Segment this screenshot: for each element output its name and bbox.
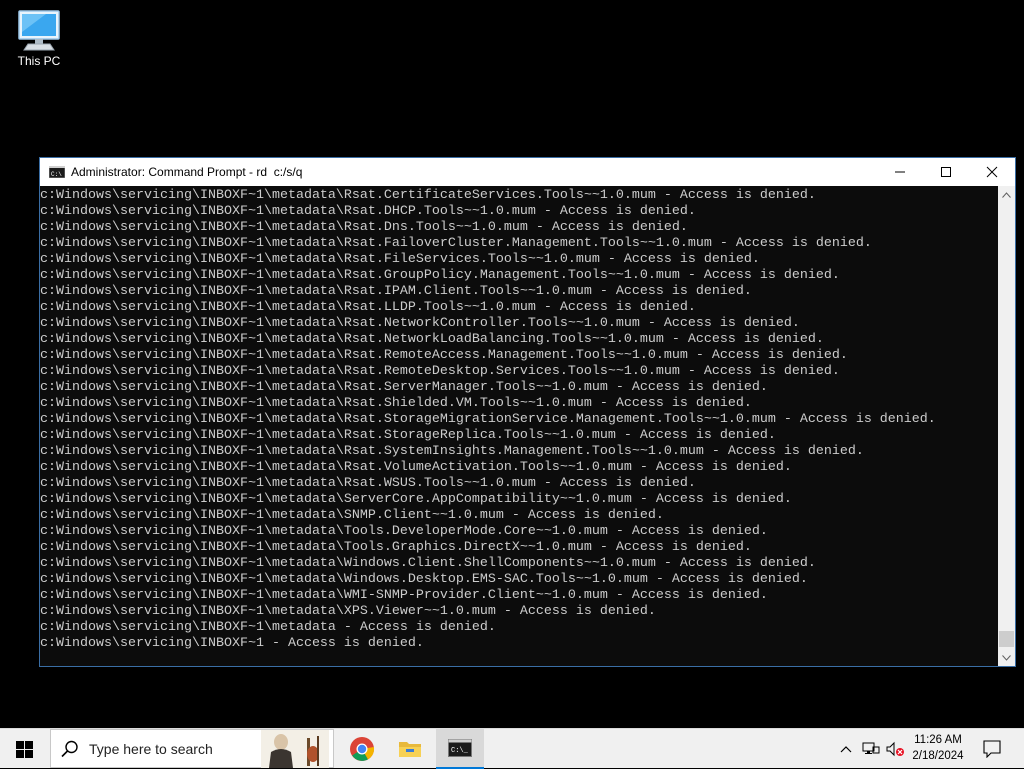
search-icon — [61, 740, 78, 757]
console-line: c:Windows\servicing\INBOXF~1\metadata - … — [40, 620, 496, 635]
console-line: c:Windows\servicing\INBOXF~1\metadata\Rs… — [40, 348, 848, 363]
command-prompt-window[interactable]: C:\ Administrator: Command Prompt - rd c… — [39, 157, 1016, 667]
console-line: c:Windows\servicing\INBOXF~1\metadata\Rs… — [40, 412, 936, 427]
console-line: c:Windows\servicing\INBOXF~1\metadata\Rs… — [40, 188, 816, 203]
taskbar-command-prompt[interactable]: C:\_ — [436, 729, 484, 769]
console-line: c:Windows\servicing\INBOXF~1\metadata\Rs… — [40, 316, 800, 331]
taskbar-chrome[interactable] — [338, 729, 386, 769]
console-text: c:Windows\servicing\INBOXF~1\metadata\Rs… — [40, 186, 999, 666]
close-icon — [986, 166, 998, 178]
console-line: c:Windows\servicing\INBOXF~1\metadata\Rs… — [40, 332, 824, 347]
console-line: c:Windows\servicing\INBOXF~1\metadata\Rs… — [40, 428, 776, 443]
chevron-up-icon — [840, 746, 852, 753]
console-line: c:Windows\servicing\INBOXF~1\metadata\WM… — [40, 588, 768, 603]
search-box[interactable]: Type here to search — [50, 729, 334, 768]
chrome-icon — [350, 737, 375, 761]
console-line: c:Windows\servicing\INBOXF~1\metadata\Rs… — [40, 380, 768, 395]
cmd-icon: C:\_ — [448, 739, 472, 757]
taskbar-file-explorer[interactable] — [386, 729, 434, 769]
console-line: c:Windows\servicing\INBOXF~1\metadata\Wi… — [40, 556, 816, 571]
search-placeholder: Type here to search — [89, 740, 213, 757]
cmd-icon: C:\ — [49, 166, 65, 178]
scroll-down-button[interactable] — [998, 649, 1015, 666]
scroll-thumb[interactable] — [999, 631, 1014, 647]
close-button[interactable] — [969, 158, 1015, 186]
console-line: c:Windows\servicing\INBOXF~1\metadata\Rs… — [40, 220, 688, 235]
console-line: c:Windows\servicing\INBOXF~1\metadata\Rs… — [40, 396, 752, 411]
clock-date: 2/18/2024 — [912, 750, 964, 762]
start-button[interactable] — [0, 729, 48, 769]
scroll-up-button[interactable] — [998, 186, 1015, 203]
console-line: c:Windows\servicing\INBOXF~1\metadata\Rs… — [40, 364, 840, 379]
notification-icon — [983, 740, 1001, 758]
console-line: c:Windows\servicing\INBOXF~1\metadata\XP… — [40, 604, 656, 619]
search-highlight-image — [261, 730, 329, 768]
monitor-icon — [18, 10, 60, 51]
console-line: c:Windows\servicing\INBOXF~1\metadata\Rs… — [40, 204, 696, 219]
console-line: c:Windows\servicing\INBOXF~1\metadata\Rs… — [40, 300, 696, 315]
minimize-button[interactable] — [877, 158, 923, 186]
maximize-icon — [941, 167, 951, 177]
console-line: c:Windows\servicing\INBOXF~1\metadata\Rs… — [40, 460, 792, 475]
chevron-down-icon — [1002, 654, 1011, 661]
chevron-up-icon — [1002, 191, 1011, 198]
tray-network[interactable] — [860, 729, 882, 769]
console-line: c:Windows\servicing\INBOXF~1\metadata\Rs… — [40, 284, 752, 299]
console-line: c:Windows\servicing\INBOXF~1\metadata\Rs… — [40, 236, 872, 251]
network-icon — [862, 742, 880, 754]
console-line: c:Windows\servicing\INBOXF~1\metadata\To… — [40, 540, 752, 555]
console-line: c:Windows\servicing\INBOXF~1\metadata\Rs… — [40, 268, 840, 283]
desktop-icon-this-pc[interactable]: This PC — [10, 8, 68, 68]
svg-text:C:\: C:\ — [51, 171, 62, 178]
tray-show-hidden[interactable] — [836, 729, 856, 769]
window-title: Administrator: Command Prompt - rd c:/s/… — [71, 165, 303, 179]
console-line: c:Windows\servicing\INBOXF~1\metadata\Rs… — [40, 476, 696, 491]
console-line: c:Windows\servicing\INBOXF~1\metadata\Rs… — [40, 252, 760, 267]
console-line: c:Windows\servicing\INBOXF~1\metadata\Rs… — [40, 444, 864, 459]
desktop-icon-label: This PC — [17, 54, 61, 68]
console-line: c:Windows\servicing\INBOXF~1\metadata\Wi… — [40, 572, 808, 587]
taskbar: Type here to search C:\_ 11:26 AM 2/18/2… — [0, 728, 1024, 769]
maximize-button[interactable] — [923, 158, 969, 186]
folder-icon — [399, 742, 421, 757]
window-titlebar[interactable]: C:\ Administrator: Command Prompt - rd c… — [40, 158, 1015, 186]
console-output[interactable]: c:Windows\servicing\INBOXF~1\metadata\Rs… — [40, 186, 999, 666]
console-line: c:Windows\servicing\INBOXF~1\metadata\Se… — [40, 492, 792, 507]
windows-logo-icon — [15, 740, 33, 758]
clock-time: 11:26 AM — [914, 734, 962, 746]
taskbar-clock[interactable]: 11:26 AM 2/18/2024 — [900, 732, 976, 764]
minimize-icon — [895, 171, 905, 173]
console-line: c:Windows\servicing\INBOXF~1 - Access is… — [40, 636, 424, 651]
console-line: c:Windows\servicing\INBOXF~1\metadata\To… — [40, 524, 768, 539]
console-line: c:Windows\servicing\INBOXF~1\metadata\SN… — [40, 508, 664, 523]
vertical-scrollbar[interactable] — [998, 186, 1015, 666]
action-center-button[interactable] — [976, 729, 1008, 769]
svg-text:C:\_: C:\_ — [451, 747, 469, 755]
